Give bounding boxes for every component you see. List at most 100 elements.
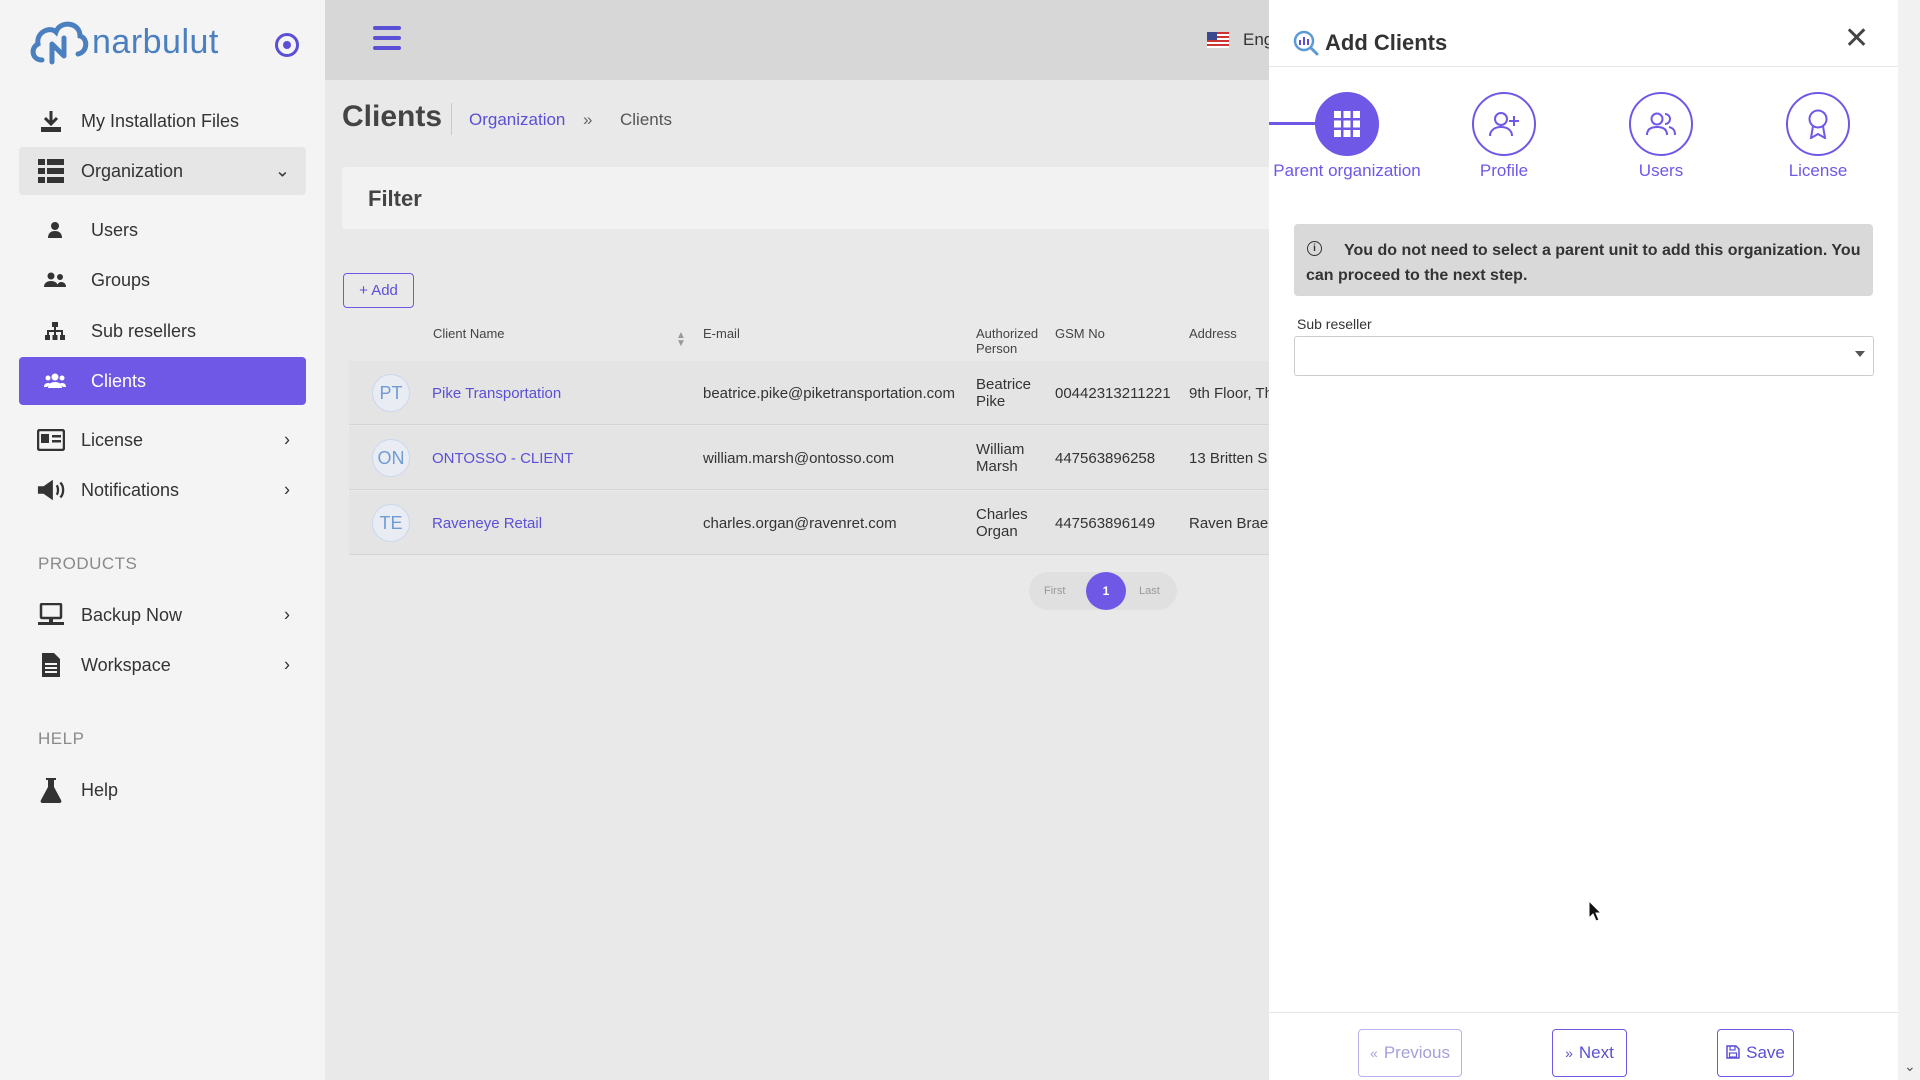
pagination-page-current[interactable]: 1 [1086,572,1126,610]
pagination-last[interactable]: Last [1139,585,1160,597]
sidebar-item-license[interactable]: License › [19,416,306,464]
user-plus-icon [1472,92,1536,156]
table-row[interactable]: ON ONTOSSO - CLIENT william.marsh@ontoss… [349,426,1279,490]
main-content: Eng Clients Organization » Clients Filte… [325,0,1279,1080]
save-icon [1726,1044,1740,1062]
language-selector[interactable]: Eng [1207,30,1273,50]
sidebar-item-users[interactable]: Users [19,206,306,254]
table-row[interactable]: TE Raveneye Retail charles.organ@ravenre… [349,491,1279,555]
mouse-cursor-icon [1588,899,1603,927]
previous-label: Previous [1383,1043,1450,1062]
scroll-down-icon[interactable]: ⌄ [1904,1058,1916,1075]
column-header-client-name[interactable]: Client Name [433,326,505,341]
chevron-down-icon [1855,351,1865,357]
drawer-header: Add Clients [1293,30,1447,56]
sidebar-item-label: License [81,429,144,450]
filter-panel[interactable]: Filter [342,167,1272,229]
users-icon [41,367,69,395]
breadcrumb-divider [451,103,452,135]
step-label: Parent organization [1273,161,1421,180]
column-header-authorized-person[interactable]: Authorized Person [976,326,1046,356]
award-icon [1786,92,1850,156]
sidebar-item-label: Users [91,219,139,240]
chevron-right-icon: › [284,479,290,500]
authorized-person: Beatrice Pike [976,376,1032,410]
page-title: Clients [342,100,443,133]
add-clients-drawer: Add Clients ✕ Parent organization Profil… [1269,0,1898,1080]
address: 9th Floor, Th [1189,385,1273,402]
step-users[interactable]: Users [1581,92,1741,181]
chevron-down-icon: ⌄ [274,160,290,181]
authorized-person: William Marsh [976,441,1025,475]
client-name-link[interactable]: Pike Transportation [432,385,561,402]
address: Raven Brae [1189,515,1269,532]
previous-button[interactable]: « Previous [1358,1029,1462,1077]
sub-reseller-label: Sub reseller [1297,316,1372,332]
save-button[interactable]: Save [1717,1029,1794,1077]
top-bar: Eng [325,0,1273,80]
breadcrumb-organization[interactable]: Organization [469,110,565,130]
user-icon [41,216,69,244]
brand-name: narbulut [92,22,219,61]
sidebar-item-workspace[interactable]: Workspace › [19,641,306,689]
step-profile[interactable]: Profile [1424,92,1584,181]
sidebar-item-label: Backup Now [81,604,183,625]
gsm-number: 447563896149 [1055,515,1156,532]
grid-icon [37,157,65,185]
next-label: Next [1578,1043,1614,1062]
target-icon[interactable] [275,33,299,57]
close-icon[interactable]: ✕ [1844,24,1869,54]
chevron-right-icon: › [284,654,290,675]
sidebar-item-organization[interactable]: Organization ⌄ [19,147,306,195]
users-icon [1629,92,1693,156]
client-email: charles.organ@ravenret.com [703,515,897,532]
column-header-address[interactable]: Address [1189,326,1237,341]
step-license[interactable]: License [1738,92,1898,181]
sort-icon[interactable]: ▲ ▼ [676,331,686,349]
step-label: Profile [1479,161,1529,180]
next-button[interactable]: » Next [1552,1029,1627,1077]
download-icon [37,107,65,135]
sub-reseller-select[interactable] [1294,336,1874,376]
sidebar-item-label: Groups [91,269,151,290]
search-chart-icon [1293,30,1319,56]
brand-logo[interactable]: narbulut [28,16,219,68]
sidebar-item-label: Notifications [81,479,180,500]
column-header-gsm[interactable]: GSM No [1055,326,1105,341]
id-card-icon [37,426,65,454]
drawer-title: Add Clients [1325,30,1448,55]
table-row[interactable]: PT Pike Transportation beatrice.pike@pik… [349,361,1279,425]
authorized-person: Charles Organ [976,506,1028,540]
sidebar-item-help[interactable]: Help [19,766,306,814]
sidebar-item-sub-resellers[interactable]: Sub resellers [19,307,306,355]
gsm-number: 00442313211221 [1055,385,1171,402]
address: 13 Britten S [1189,450,1268,467]
add-client-button[interactable]: + Add [343,273,414,308]
divider [1269,1012,1898,1013]
sidebar-item-label: My Installation Files [81,110,240,131]
sidebar-item-backup-now[interactable]: Backup Now › [19,591,306,639]
step-parent-organization[interactable]: Parent organization [1267,92,1427,181]
scrollbar[interactable] [1898,0,1920,1080]
client-name-link[interactable]: ONTOSSO - CLIENT [432,450,573,467]
pagination: First 1 Last [1029,572,1177,610]
filter-title: Filter [368,186,422,211]
sidebar-item-notifications[interactable]: Notifications › [19,466,306,514]
avatar: TE [372,504,410,542]
breadcrumb-separator: » [583,110,593,129]
step-label: License [1788,161,1848,180]
pagination-first[interactable]: First [1044,585,1065,597]
users-icon [41,266,69,294]
sidebar-item-installation-files[interactable]: My Installation Files [19,97,306,145]
double-chevron-left-icon: « [1370,1045,1378,1061]
client-name-link[interactable]: Raveneye Retail [432,515,542,532]
double-chevron-right-icon: » [1565,1045,1573,1061]
flask-icon [37,776,65,804]
sidebar-item-clients[interactable]: Clients [19,357,306,405]
column-header-email[interactable]: E-mail [703,326,740,341]
avatar: ON [372,439,410,477]
menu-icon[interactable] [373,26,401,50]
sidebar-item-label: Workspace [81,654,171,675]
server-icon [37,601,65,629]
sidebar-item-groups[interactable]: Groups [19,256,306,304]
